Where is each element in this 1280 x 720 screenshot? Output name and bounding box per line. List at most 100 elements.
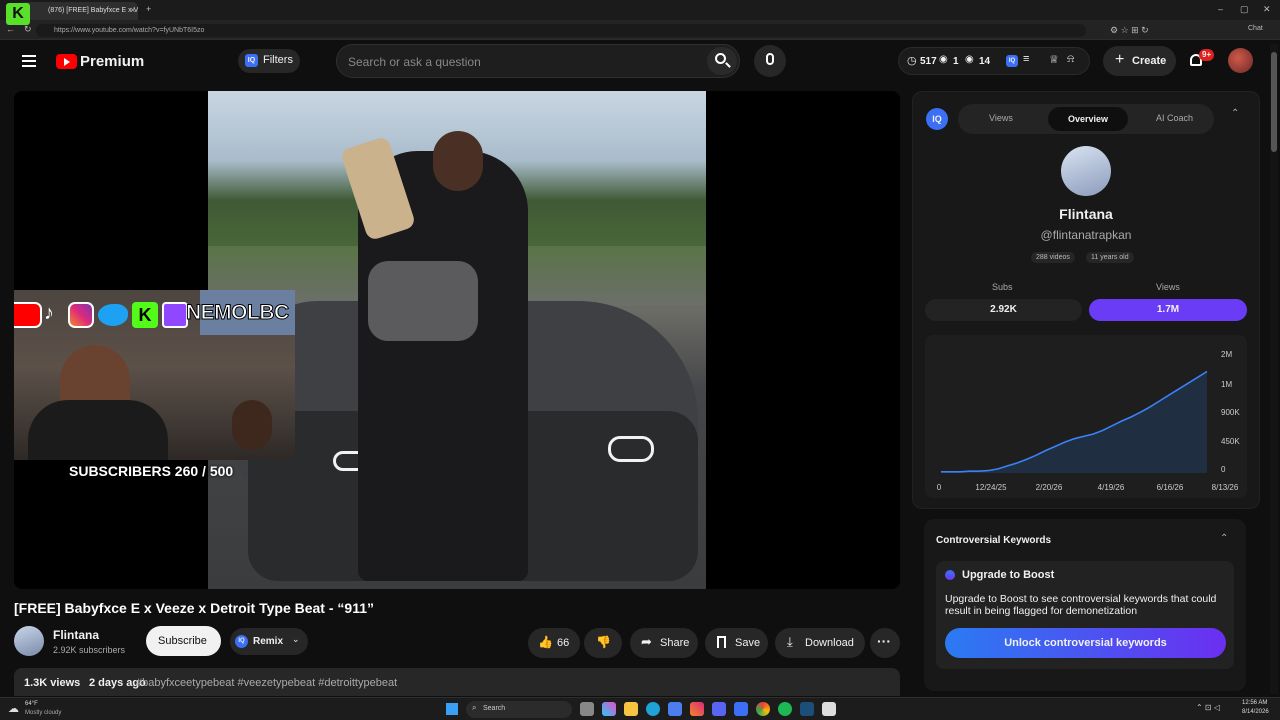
y-tick-label: 1M xyxy=(1221,380,1232,389)
instagram-app-icon[interactable] xyxy=(690,702,704,716)
description-box[interactable]: 1.3K views 2 days ago #babyfxceetypebeat… xyxy=(14,668,900,696)
file-explorer-icon[interactable] xyxy=(624,702,638,716)
video-player[interactable]: ♪ K NEMOLBC SUBSCRIBERS 260 / 500 xyxy=(14,91,900,589)
channel-name[interactable]: Flintana xyxy=(53,628,99,642)
menu-icon[interactable] xyxy=(22,55,36,67)
x-tick-label: 12/24/25 xyxy=(975,483,1007,492)
eye-icon: ◉ xyxy=(965,54,974,65)
video-title: [FREE] Babyfxce E x Veeze x Detroit Type… xyxy=(14,600,374,616)
subscribe-button[interactable]: Subscribe xyxy=(146,626,221,656)
tab-views[interactable]: Views xyxy=(989,113,1013,123)
share-button[interactable]: ➦ Share xyxy=(630,628,698,658)
avatar[interactable] xyxy=(1228,48,1253,73)
eye-icon: ◉ xyxy=(939,54,948,65)
more-icon: ··· xyxy=(877,633,891,649)
bookmark-icon xyxy=(717,636,726,648)
chevron-down-icon: ⌄ xyxy=(292,634,300,644)
twitch-social-icon xyxy=(162,302,188,328)
weather-icon: ☁ xyxy=(8,703,19,715)
more-options-button[interactable]: ··· xyxy=(870,628,900,658)
taskbar-search[interactable]: ⌕ Search xyxy=(466,701,572,718)
y-tick-label: 900K xyxy=(1221,408,1240,417)
hashtags[interactable]: #babyfxceetypebeat #veezetypebeat #detro… xyxy=(136,677,397,689)
stats-group: ◷ 517 ◉ 1 ◉ 14 IQ ≡ ♕ ⍾ xyxy=(898,47,1090,75)
spotify-icon[interactable] xyxy=(778,702,792,716)
remix-label: Remix xyxy=(253,636,284,647)
create-button[interactable]: + Create xyxy=(1103,46,1176,76)
iq-icon: IQ xyxy=(235,635,248,648)
subs-value: 2.92K xyxy=(925,299,1082,321)
boost-text: Upgrade to Boost to see controversial ke… xyxy=(945,593,1217,617)
iq-icon[interactable]: IQ xyxy=(1006,55,1018,67)
app2-icon[interactable] xyxy=(822,702,836,716)
back-icon[interactable]: ← xyxy=(6,24,15,34)
award-icon[interactable]: ♕ xyxy=(1049,53,1059,66)
tray-icons[interactable]: ⌃ ⊡ ◁ xyxy=(1196,703,1220,712)
boost-title: Upgrade to Boost xyxy=(962,569,1055,581)
twitter-social-icon xyxy=(98,304,128,326)
minimize-icon[interactable]: – xyxy=(1218,4,1223,14)
chrome-icon[interactable] xyxy=(756,702,770,716)
filters-button[interactable]: IQ Filters xyxy=(238,49,300,73)
close-window-icon[interactable]: ✕ xyxy=(1263,4,1271,15)
views-area xyxy=(941,371,1207,473)
unlock-label: Unlock controversial keywords xyxy=(1004,637,1167,649)
iq-icon[interactable]: IQ xyxy=(926,108,948,130)
windows-start-icon[interactable] xyxy=(446,703,458,715)
stat-eye2: 14 xyxy=(979,56,991,67)
remix-button[interactable]: IQ Remix ⌄ xyxy=(230,628,308,655)
download-label: Download xyxy=(805,637,854,649)
collapse-icon[interactable]: ⌃ xyxy=(1231,108,1239,119)
x-tick-label: 6/16/26 xyxy=(1157,483,1184,492)
y-tick-label: 450K xyxy=(1221,437,1240,446)
mic-icon[interactable] xyxy=(754,45,786,77)
search-icon[interactable] xyxy=(707,47,737,75)
views-chart-svg: 2M 1M 900K 450K 0 0 12/24/25 2/20/26 4/19/26 6/16… xyxy=(937,350,1241,492)
panel-channel-name: Flintana xyxy=(1059,206,1113,222)
browser-tab[interactable]: (876) [FREE] Babyfxce E x Veez xyxy=(20,2,138,20)
store-icon[interactable] xyxy=(668,702,682,716)
unlock-keywords-button[interactable]: Unlock controversial keywords xyxy=(945,628,1226,658)
download-button[interactable]: ⤓ Download xyxy=(775,628,865,658)
save-label: Save xyxy=(735,637,761,649)
new-tab-icon[interactable]: + xyxy=(146,4,151,14)
list-icon[interactable]: ≡ xyxy=(1023,53,1029,65)
url-field[interactable]: https://www.youtube.com/watch?v=fyUNbT6I… xyxy=(36,24,1086,37)
edge-icon[interactable] xyxy=(646,702,660,716)
copilot-icon[interactable] xyxy=(602,702,616,716)
chevron-up-icon[interactable]: ⌃ xyxy=(1220,533,1228,544)
instagram-social-icon xyxy=(68,302,94,328)
maximize-icon[interactable]: ▢ xyxy=(1240,4,1249,15)
browser-tabbar: K (876) [FREE] Babyfxce E x Veez × + – ▢… xyxy=(0,0,1280,25)
task-view-icon[interactable] xyxy=(580,702,594,716)
chat-button[interactable]: Chat xyxy=(1248,25,1263,32)
reload-icon[interactable]: ↻ xyxy=(24,24,32,35)
channel-subscribers: 2.92K subscribers xyxy=(53,645,126,655)
taskbar-search-label: Search xyxy=(483,705,506,712)
boost-box: Upgrade to Boost Upgrade to Boost to see… xyxy=(936,561,1234,669)
search-input[interactable]: Search or ask a question xyxy=(336,44,740,78)
scrollbar[interactable] xyxy=(1270,44,1278,694)
channel-avatar[interactable] xyxy=(14,626,44,656)
tab-overview[interactable]: Overview xyxy=(1048,107,1128,131)
search-icon: ⌕ xyxy=(472,703,477,712)
tab-ai-coach[interactable]: AI Coach xyxy=(1156,113,1193,123)
bell-small-icon[interactable]: ⍾ xyxy=(1067,53,1074,66)
app-icon[interactable] xyxy=(734,702,748,716)
discord-icon[interactable] xyxy=(712,702,726,716)
x-tick-label: 8/13/26 xyxy=(1212,483,1239,492)
like-button[interactable]: 👍 66 xyxy=(528,628,580,658)
dislike-button[interactable]: 👎 xyxy=(584,628,622,658)
videos-badge: 288 videos xyxy=(1031,252,1075,263)
youtube-logo-icon[interactable] xyxy=(56,54,77,69)
save-button[interactable]: Save xyxy=(705,628,768,658)
x-tick-label: 0 xyxy=(937,483,942,492)
steam-icon[interactable] xyxy=(800,702,814,716)
views-label: Views xyxy=(1156,282,1180,292)
keywords-title: Controversial Keywords xyxy=(936,535,1052,546)
analytics-panel: IQ Views Overview AI Coach ⌃ Flintana @f… xyxy=(912,91,1260,509)
share-icon: ➦ xyxy=(641,634,652,649)
close-tab-icon[interactable]: × xyxy=(130,5,135,15)
extensions-icon[interactable]: ⚙ ☆ ⊞ ↻ xyxy=(1110,25,1149,36)
youtube-social-icon xyxy=(14,302,42,328)
